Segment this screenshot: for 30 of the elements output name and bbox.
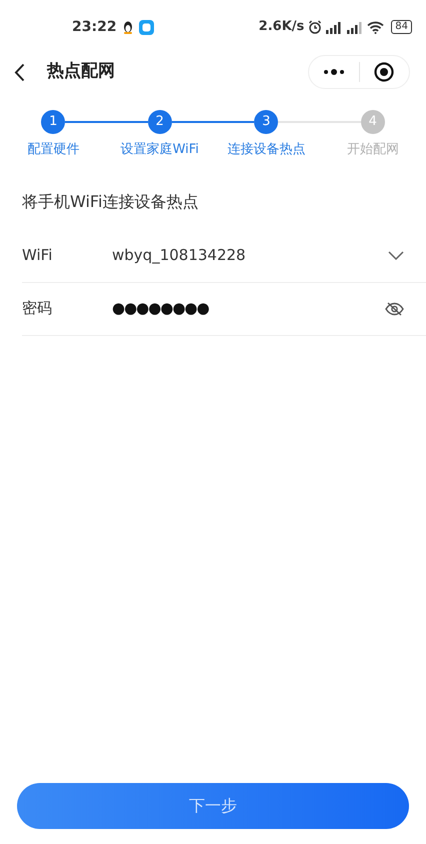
penguin-icon xyxy=(122,20,133,34)
alarm-icon xyxy=(308,20,322,34)
page-title: 热点配网 xyxy=(47,60,115,84)
network-speed: 2.6K/s xyxy=(258,18,304,36)
battery-indicator: 84 xyxy=(391,20,412,34)
more-icon xyxy=(322,69,345,75)
app-icon xyxy=(138,20,154,34)
wifi-icon xyxy=(367,20,384,34)
visibility-toggle[interactable] xyxy=(384,300,404,316)
step-number: 2 xyxy=(148,110,172,134)
clock-time: 23:22 xyxy=(72,18,117,36)
back-icon xyxy=(14,62,25,82)
wifi-select[interactable]: wbyq_108134228 xyxy=(112,244,404,267)
step-label: 设置家庭WiFi xyxy=(120,141,199,159)
step-number: 4 xyxy=(360,110,385,134)
section-title: 将手机WiFi连接设备热点 xyxy=(22,190,200,212)
signal-icon xyxy=(325,20,344,34)
field-label: WiFi xyxy=(22,245,54,266)
field-label: 密码 xyxy=(22,298,53,320)
step-label: 连接设备热点 xyxy=(227,141,306,159)
step-label: 配置硬件 xyxy=(27,141,80,159)
eye-off-icon xyxy=(384,302,404,316)
signal-icon xyxy=(346,20,364,34)
target-icon xyxy=(374,62,394,82)
password-field[interactable]: ●●●●●●●● xyxy=(112,297,384,320)
chevron-down-icon xyxy=(388,251,404,260)
step-number: 1 xyxy=(41,110,66,134)
wifi-name: wbyq_108134228 xyxy=(112,245,246,266)
step-number: 3 xyxy=(254,110,278,134)
step-label: 开始配网 xyxy=(346,141,399,159)
